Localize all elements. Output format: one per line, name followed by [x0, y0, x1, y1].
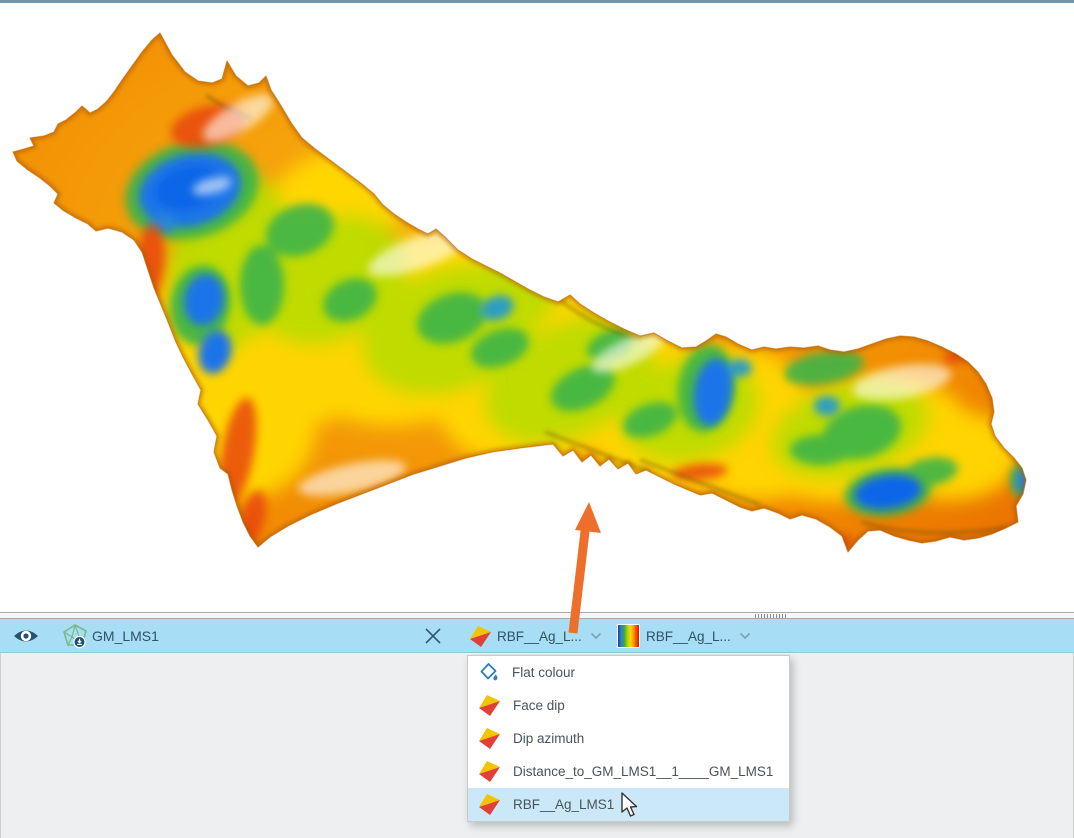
chevron-down-icon — [590, 632, 602, 640]
face-dip-icon — [469, 625, 492, 648]
close-icon — [423, 626, 443, 646]
chevron-down-icon — [739, 632, 751, 640]
face-dip-icon — [478, 727, 501, 750]
face-dip-icon — [478, 793, 501, 816]
mesh-surface — [0, 3, 1074, 612]
menu-item-face-dip[interactable]: Face dip — [468, 689, 789, 722]
3d-scene-viewport[interactable] — [0, 0, 1074, 612]
menu-item-label: Distance_to_GM_LMS1__1____GM_LMS1 — [513, 764, 773, 779]
menu-item-flat-colour[interactable]: Flat colour — [468, 656, 789, 689]
face-dip-icon — [478, 760, 501, 783]
flat-colour-icon — [478, 661, 500, 684]
menu-item-label: Face dip — [513, 698, 565, 713]
colourmap-dropdown[interactable]: RBF__Ag_L... — [617, 619, 751, 653]
menu-item-distance[interactable]: Distance_to_GM_LMS1__1____GM_LMS1 — [468, 755, 789, 788]
scene-object-row[interactable]: GM_LMS1 — [62, 619, 159, 653]
menu-item-label: Flat colour — [512, 665, 575, 680]
menu-item-dip-azimuth[interactable]: Dip azimuth — [468, 722, 789, 755]
colour-option-menu: Flat colour Face dip Dip azimuth Distanc… — [467, 655, 790, 822]
remove-from-scene-button[interactable] — [423, 619, 443, 653]
menu-item-label: Dip azimuth — [513, 731, 584, 746]
colourmap-value: RBF__Ag_L... — [646, 629, 731, 644]
colour-ramp-icon — [617, 624, 640, 648]
splitter-grip-dots — [755, 614, 788, 618]
colour-option-value: RBF__Ag_L... — [497, 629, 582, 644]
shape-list-toolbar: GM_LMS1 RBF__Ag_L... RBF__Ag_L... — [0, 619, 1074, 653]
colour-option-dropdown[interactable]: RBF__Ag_L... — [469, 619, 602, 653]
visibility-eye-button[interactable] — [13, 619, 39, 653]
leapfrog-scene-window: GM_LMS1 RBF__Ag_L... RBF__Ag_L... — [0, 0, 1074, 838]
geological-model-icon — [62, 623, 88, 649]
panel-splitter[interactable] — [0, 612, 1074, 619]
menu-item-label: RBF__Ag_LMS1 — [513, 797, 614, 812]
menu-item-rbf-ag-lms1[interactable]: RBF__Ag_LMS1 — [468, 788, 789, 821]
face-dip-icon — [478, 694, 501, 717]
eye-icon — [13, 627, 39, 645]
object-name-label: GM_LMS1 — [92, 628, 159, 644]
